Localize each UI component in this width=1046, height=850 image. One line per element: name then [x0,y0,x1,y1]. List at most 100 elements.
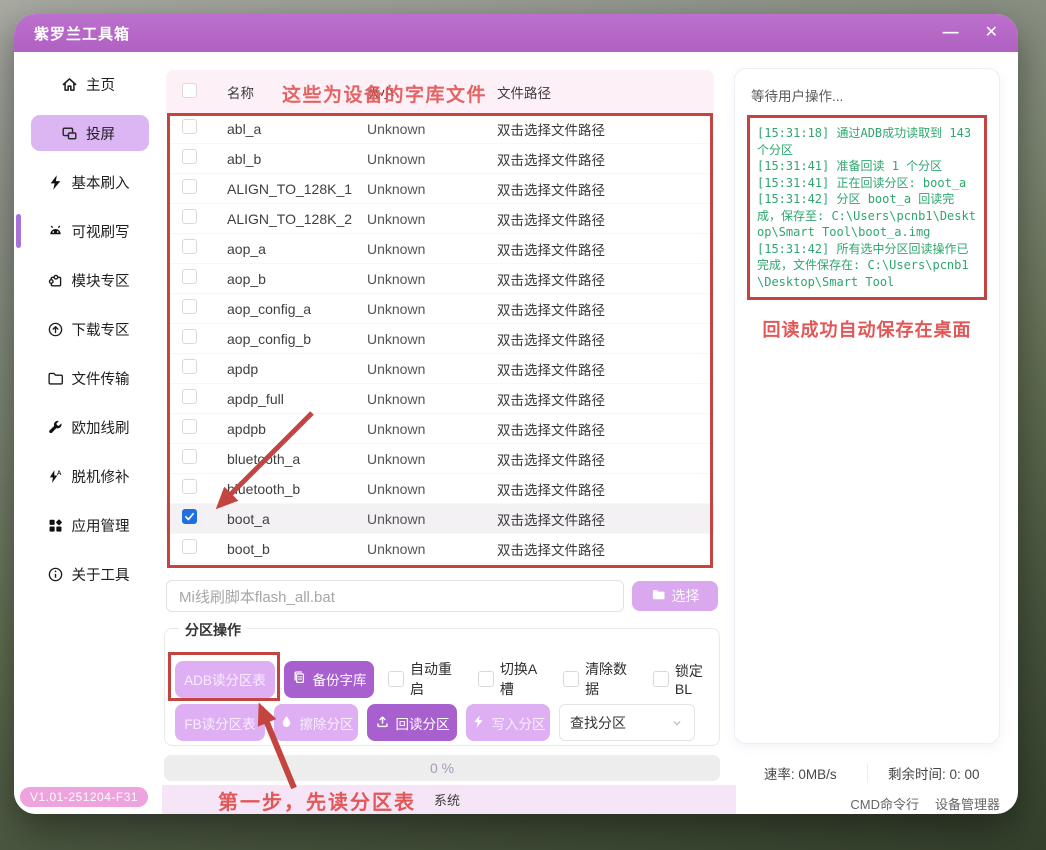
table-row[interactable]: boot_a Unknown 双击选择文件路径 [166,504,714,534]
table-row[interactable]: aop_config_b Unknown 双击选择文件路径 [166,324,714,354]
minimize-button[interactable]: — [943,25,959,41]
option-checkbox[interactable]: 锁定BL [653,661,719,697]
row-path-cell[interactable]: 双击选择文件路径 [497,419,714,439]
table-body: abl_a Unknown 双击选择文件路径 abl_b Unknown 双击选… [166,114,714,564]
row-name-cell: aop_config_b [227,331,367,347]
row-checkbox[interactable] [182,419,197,434]
apps-icon [47,517,64,534]
table-row[interactable]: abl_b Unknown 双击选择文件路径 [166,144,714,174]
row-path-cell[interactable]: 双击选择文件路径 [497,449,714,469]
bolt-icon [47,174,64,191]
log-line: [15:31:41] 准备回读 1 个分区 [757,158,977,175]
row-checkbox[interactable] [182,149,197,164]
sidebar-item-module-zone[interactable]: 模块专区 [14,262,162,298]
row-checkbox[interactable] [182,299,197,314]
row-checkbox[interactable] [182,539,197,554]
sidebar-item-visual-flash[interactable]: 可视刷写 [14,213,162,249]
row-path-cell[interactable]: 双击选择文件路径 [497,509,714,529]
row-size-cell: Unknown [367,361,497,377]
speed-stat: 速率: 0MB/s [734,763,867,783]
table-row[interactable]: apdpb Unknown 双击选择文件路径 [166,414,714,444]
fastboot-read-partition-button[interactable]: FB读分区表 [175,704,265,741]
option-checkbox[interactable]: 清除数据 [563,659,640,699]
row-path-cell[interactable]: 双击选择文件路径 [497,209,714,229]
droplet-icon [279,714,294,732]
table-row[interactable]: bluetooth_a Unknown 双击选择文件路径 [166,444,714,474]
sidebar-item-download-zone[interactable]: 下载专区 [14,311,162,347]
row-checkbox[interactable] [182,179,197,194]
log-line: [15:31:42] 分区 boot_a 回读完成，保存至: C:\Users\… [757,191,977,241]
adb-read-partition-button[interactable]: ADB读分区表 [175,661,275,698]
table-row[interactable]: boot_b Unknown 双击选择文件路径 [166,534,714,564]
table-row[interactable]: ALIGN_TO_128K_1 Unknown 双击选择文件路径 [166,174,714,204]
cmd-link[interactable]: CMD命令行 [850,794,919,813]
row-checkbox[interactable] [182,329,197,344]
sidebar-item-app-management[interactable]: 应用管理 [14,507,162,543]
row-size-cell: Unknown [367,481,497,497]
table-row[interactable]: abl_a Unknown 双击选择文件路径 [166,114,714,144]
row-path-cell[interactable]: 双击选择文件路径 [497,299,714,319]
device-manager-link[interactable]: 设备管理器 [935,794,1000,813]
close-button[interactable]: ✕ [985,25,998,41]
partition-table: 名称 大小 文件路径 abl_a Unknown 双击选择文件路径 abl_b … [166,70,714,564]
option-checkbox[interactable]: 切换A槽 [478,659,550,699]
row-path-cell[interactable]: 双击选择文件路径 [497,239,714,259]
row-checkbox[interactable] [182,509,197,524]
row-name-cell: apdpb [227,421,367,437]
log-line: [15:31:18] 通过ADB成功读取到 143 个分区 [757,125,977,158]
table-row[interactable]: aop_a Unknown 双击选择文件路径 [166,234,714,264]
row-checkbox[interactable] [182,449,197,464]
select-all-checkbox[interactable] [182,83,197,98]
svg-text:A: A [56,469,61,476]
write-partition-button[interactable]: 写入分区 [466,704,550,741]
row-size-cell: Unknown [367,331,497,347]
row-size-cell: Unknown [367,271,497,287]
row-name-cell: apdp [227,361,367,377]
table-row[interactable]: aop_config_a Unknown 双击选择文件路径 [166,294,714,324]
row-path-cell[interactable]: 双击选择文件路径 [497,479,714,499]
table-row[interactable]: apdp_full Unknown 双击选择文件路径 [166,384,714,414]
row-path-cell[interactable]: 双击选择文件路径 [497,389,714,409]
find-partition-combobox[interactable]: 查找分区 [559,704,695,741]
row-path-cell[interactable]: 双击选择文件路径 [497,269,714,289]
row-size-cell: Unknown [367,391,497,407]
table-row[interactable]: ALIGN_TO_128K_2 Unknown 双击选择文件路径 [166,204,714,234]
row-size-cell: Unknown [367,241,497,257]
erase-partition-button[interactable]: 擦除分区 [274,704,358,741]
row-checkbox[interactable] [182,269,197,284]
backup-firmware-button[interactable]: 备份字库 [284,661,374,698]
row-path-cell[interactable]: 双击选择文件路径 [497,119,714,139]
row-size-cell: Unknown [367,181,497,197]
sidebar-item-screen-cast[interactable]: 投屏 [14,115,162,151]
row-path-cell[interactable]: 双击选择文件路径 [497,149,714,169]
option-checkbox[interactable]: 自动重启 [388,659,465,699]
row-checkbox[interactable] [182,209,197,224]
row-size-cell: Unknown [367,211,497,227]
select-file-button[interactable]: 选择 [632,581,718,611]
row-name-cell: bluetooth_a [227,451,367,467]
home-icon [61,76,78,93]
sidebar-item-offline-patch[interactable]: A 脱机修补 [14,458,162,494]
table-row[interactable]: aop_b Unknown 双击选择文件路径 [166,264,714,294]
row-name-cell: aop_b [227,271,367,287]
row-checkbox[interactable] [182,359,197,374]
sidebar-item-home[interactable]: 主页 [14,66,162,102]
table-row[interactable]: apdp Unknown 双击选择文件路径 [166,354,714,384]
row-checkbox[interactable] [182,119,197,134]
sidebar-item-oppo-flash[interactable]: 欧加线刷 [14,409,162,445]
row-checkbox[interactable] [182,479,197,494]
row-checkbox[interactable] [182,239,197,254]
row-path-cell[interactable]: 双击选择文件路径 [497,539,714,559]
row-path-cell[interactable]: 双击选择文件路径 [497,329,714,349]
readback-partition-button[interactable]: 回读分区 [367,704,457,741]
sidebar-item-about-tool[interactable]: 关于工具 [14,556,162,592]
flash-script-input[interactable] [166,580,624,612]
row-path-cell[interactable]: 双击选择文件路径 [497,179,714,199]
row-size-cell: Unknown [367,511,497,527]
sidebar-item-file-transfer[interactable]: 文件传输 [14,360,162,396]
row-path-cell[interactable]: 双击选择文件路径 [497,359,714,379]
sidebar-item-basic-flash[interactable]: 基本刷入 [14,164,162,200]
transfer-stats: 速率: 0MB/s 剩余时间: 0: 00 [734,758,1000,788]
row-checkbox[interactable] [182,389,197,404]
table-row[interactable]: bluetooth_b Unknown 双击选择文件路径 [166,474,714,504]
